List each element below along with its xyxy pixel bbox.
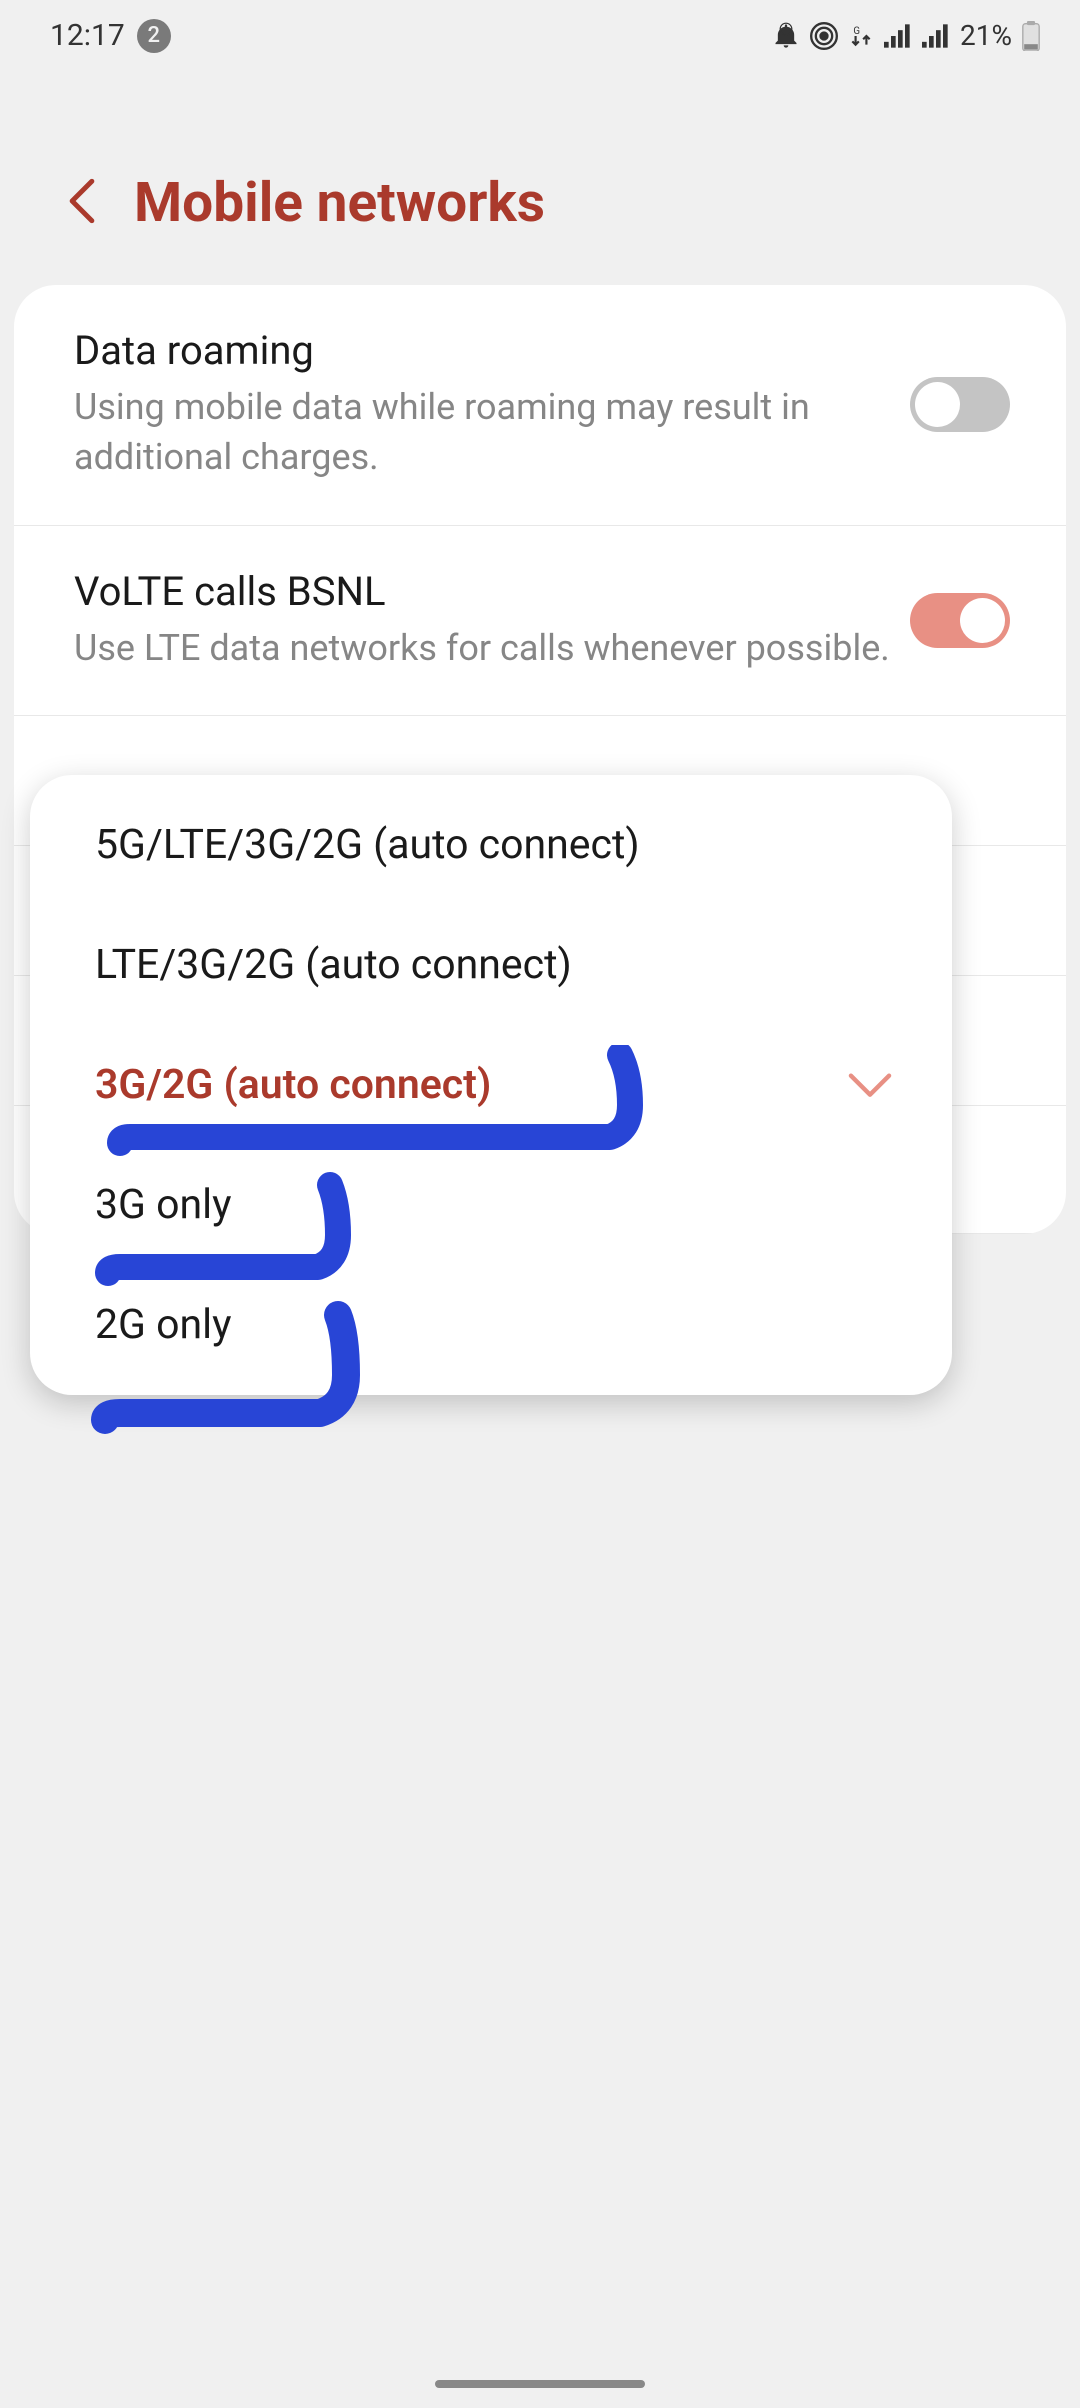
popup-option-3g2g[interactable]: 3G/2G (auto connect) bbox=[30, 1025, 952, 1145]
toggle-knob bbox=[915, 382, 960, 427]
signal-icon-2 bbox=[922, 23, 950, 49]
popup-option-label: LTE/3G/2G (auto connect) bbox=[95, 941, 572, 989]
popup-option-label: 2G only bbox=[95, 1301, 232, 1349]
back-icon[interactable] bbox=[68, 178, 96, 228]
popup-option-2g[interactable]: 2G only bbox=[30, 1265, 952, 1385]
status-time: 12:17 bbox=[50, 18, 125, 53]
data-roaming-subtitle: Using mobile data while roaming may resu… bbox=[74, 382, 890, 483]
popup-option-label: 3G only bbox=[95, 1181, 232, 1229]
volte-item[interactable]: VoLTE calls BSNL Use LTE data networks f… bbox=[14, 526, 1066, 716]
popup-option-label: 5G/LTE/3G/2G (auto connect) bbox=[95, 821, 640, 869]
popup-option-3g[interactable]: 3G only bbox=[30, 1145, 952, 1265]
volte-subtitle: Use LTE data networks for calls whenever… bbox=[74, 623, 890, 673]
volte-title: VoLTE calls BSNL bbox=[74, 568, 890, 615]
data-roaming-text: Data roaming Using mobile data while roa… bbox=[74, 327, 910, 483]
volte-toggle[interactable] bbox=[910, 593, 1010, 648]
popup-option-lte[interactable]: LTE/3G/2G (auto connect) bbox=[30, 905, 952, 1025]
svg-text:G: G bbox=[853, 25, 860, 36]
status-left: 12:17 2 bbox=[50, 18, 171, 53]
alarm-icon bbox=[772, 22, 800, 50]
battery-percent: 21% bbox=[960, 19, 1012, 52]
status-right: G 21% bbox=[772, 19, 1040, 52]
notification-count-badge: 2 bbox=[137, 19, 171, 53]
data-roaming-toggle[interactable] bbox=[910, 377, 1010, 432]
data-roaming-item[interactable]: Data roaming Using mobile data while roa… bbox=[14, 285, 1066, 526]
toggle-knob bbox=[960, 598, 1005, 643]
network-mode-popup: 5G/LTE/3G/2G (auto connect) LTE/3G/2G (a… bbox=[30, 775, 952, 1395]
page-title: Mobile networks bbox=[134, 171, 545, 235]
volte-text: VoLTE calls BSNL Use LTE data networks f… bbox=[74, 568, 910, 673]
signal-icon-1 bbox=[884, 23, 912, 49]
hotspot-icon bbox=[810, 22, 838, 50]
popup-option-label: 3G/2G (auto connect) bbox=[95, 1061, 491, 1109]
data-roaming-title: Data roaming bbox=[74, 327, 890, 374]
nav-handle[interactable] bbox=[435, 2380, 645, 2388]
battery-icon bbox=[1022, 21, 1040, 51]
checkmark-icon bbox=[848, 1061, 892, 1109]
data-transfer-icon: G bbox=[848, 22, 874, 50]
status-bar: 12:17 2 G 21% bbox=[0, 0, 1080, 61]
header: Mobile networks bbox=[0, 61, 1080, 285]
popup-option-5g[interactable]: 5G/LTE/3G/2G (auto connect) bbox=[30, 785, 952, 905]
